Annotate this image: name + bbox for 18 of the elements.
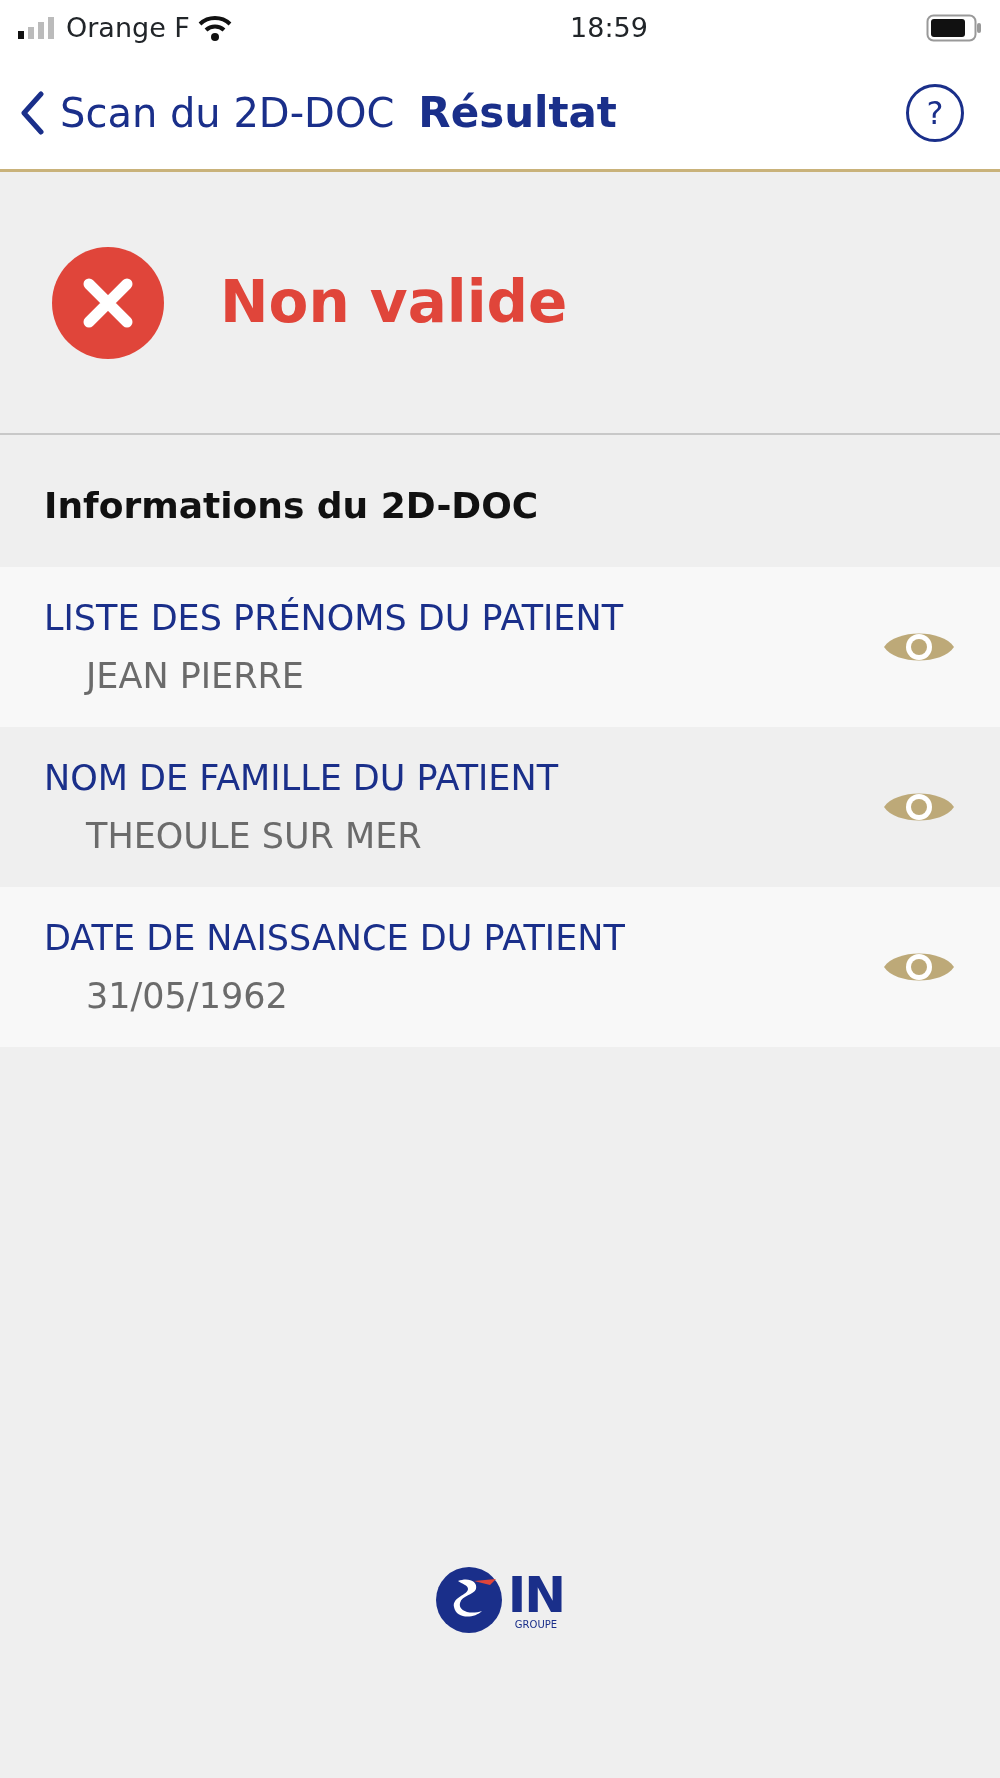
carrier-name: Orange F (66, 10, 190, 45)
status-time: 18:59 (570, 10, 648, 45)
result-status: Non valide (220, 267, 568, 338)
field-value: 31/05/1962 (85, 975, 289, 1018)
logo-name: IN (507, 1570, 565, 1620)
help-button[interactable]: ? (906, 83, 964, 142)
page-title: Résultat (418, 87, 617, 139)
battery-icon (926, 14, 982, 42)
field-value: THEOULE SUR MER (85, 815, 423, 858)
back-button[interactable]: Scan du 2D-DOC (20, 82, 395, 143)
logo-subtitle: GROUPE (514, 1620, 558, 1630)
section-title: Informations du 2D-DOC (43, 484, 540, 528)
field-label: LISTE DES PRÉNOMS DU PATIENT (44, 596, 625, 640)
chevron-left-icon (20, 90, 44, 135)
field-label: DATE DE NAISSANCE DU PATIENT (44, 916, 626, 960)
wifi-icon (197, 15, 232, 41)
field-label: NOM DE FAMILLE DU PATIENT (44, 756, 560, 800)
field-value: JEAN PIERRE (83, 655, 305, 698)
